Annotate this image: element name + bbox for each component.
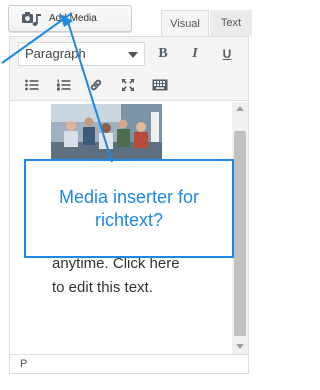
underline-button[interactable]: U xyxy=(214,41,240,67)
scroll-down-icon[interactable] xyxy=(236,344,244,349)
tab-text[interactable]: Text xyxy=(210,10,252,36)
fullscreen-icon xyxy=(121,78,135,92)
element-path-statusbar: P xyxy=(10,354,248,373)
add-media-label: Add Media xyxy=(49,13,97,24)
italic-button[interactable]: I xyxy=(182,41,208,67)
annotation-callout: Media inserter for richtext? xyxy=(24,159,234,258)
tab-visual[interactable]: Visual xyxy=(161,10,209,36)
scrollbar-thumb[interactable] xyxy=(234,131,246,336)
media-camera-note-icon xyxy=(21,10,43,28)
bullet-list-icon xyxy=(25,79,39,91)
add-media-button[interactable]: Add Media xyxy=(8,5,132,32)
chevron-down-icon xyxy=(128,52,138,58)
editor-toolbar: Paragraph B I U xyxy=(10,37,248,101)
bold-button[interactable]: B xyxy=(150,41,176,67)
toolbar-toggle-button[interactable] xyxy=(147,72,173,98)
numbered-list-icon xyxy=(57,79,71,91)
element-path[interactable]: P xyxy=(20,358,27,370)
fullscreen-button[interactable] xyxy=(115,72,141,98)
bullet-list-button[interactable] xyxy=(19,72,45,98)
keyboard-icon xyxy=(152,79,168,91)
body-text: anytime. Click here to edit this text. xyxy=(52,255,180,296)
format-select-value: Paragraph xyxy=(25,46,86,61)
link-button[interactable] xyxy=(83,72,109,98)
editor-scrollbar[interactable] xyxy=(232,102,248,354)
numbered-list-button[interactable] xyxy=(51,72,77,98)
annotation-text: Media inserter for richtext? xyxy=(58,186,200,230)
link-icon xyxy=(89,78,103,92)
format-select[interactable]: Paragraph xyxy=(18,42,145,66)
inserted-photo xyxy=(51,104,162,160)
stage: Add Media Visual Text Paragraph B I U an… xyxy=(0,0,260,390)
scroll-up-icon[interactable] xyxy=(236,106,244,111)
